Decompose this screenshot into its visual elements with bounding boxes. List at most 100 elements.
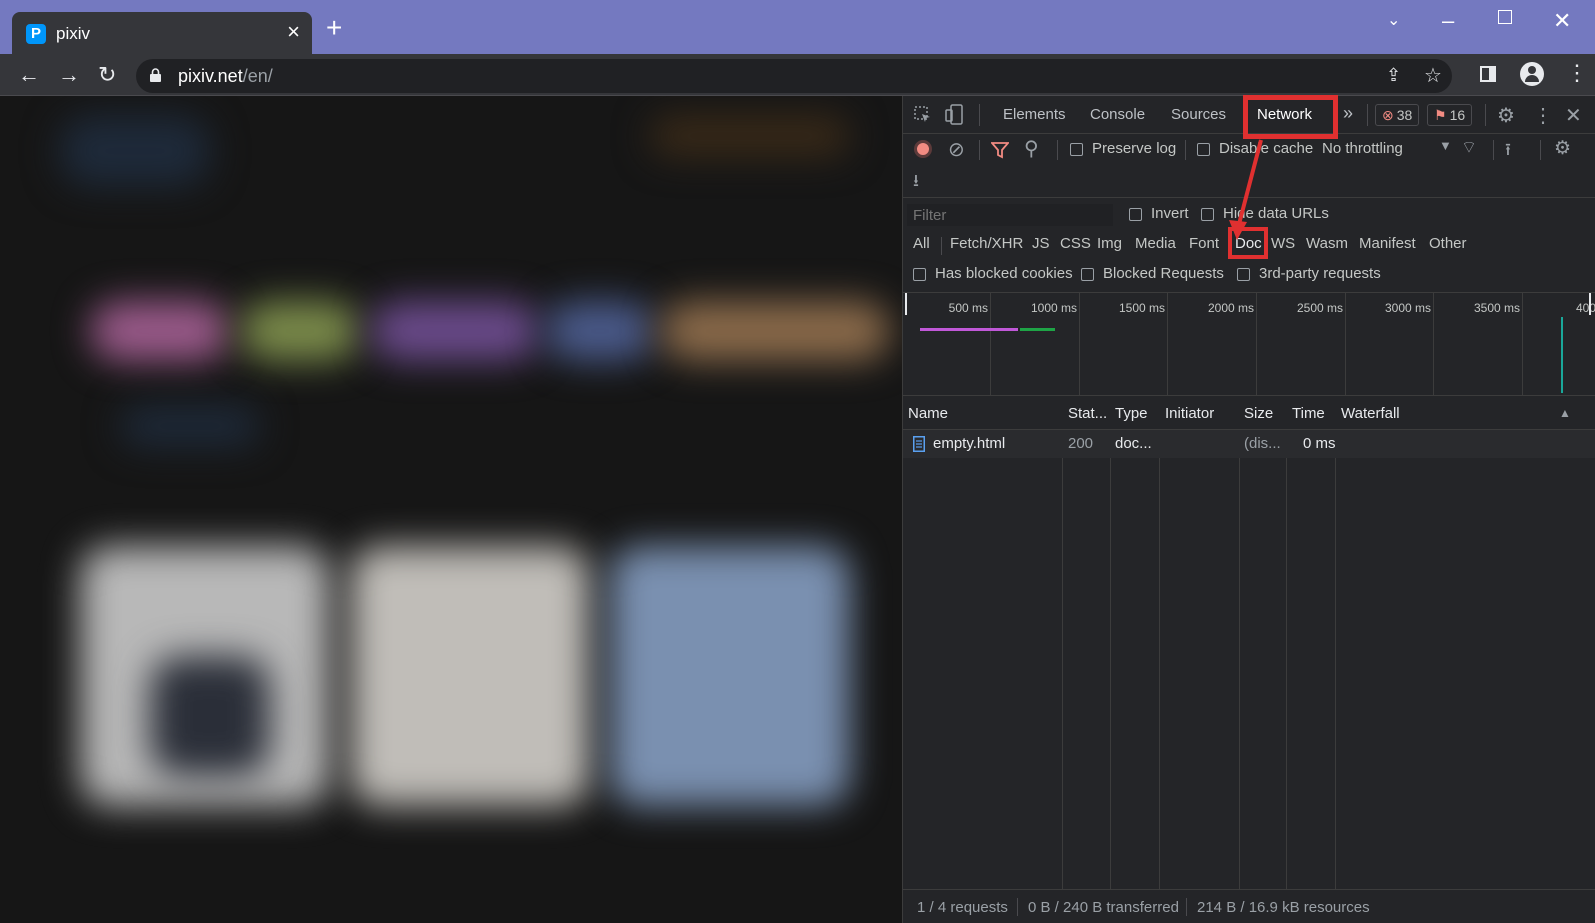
- error-icon: ⊗: [1382, 107, 1394, 123]
- throttling-select[interactable]: No throttling: [1322, 140, 1403, 157]
- annotation-arrow: [1229, 139, 1263, 240]
- overview-right-handle[interactable]: [1589, 293, 1591, 315]
- preserve-log-checkbox[interactable]: [1070, 143, 1083, 156]
- third-party-checkbox[interactable]: [1237, 268, 1250, 281]
- filter-font[interactable]: Font: [1189, 235, 1219, 252]
- tab-network[interactable]: Network: [1257, 106, 1312, 123]
- browser-tab[interactable]: P pixiv ×: [12, 12, 312, 54]
- record-button[interactable]: [914, 140, 932, 158]
- tab-console[interactable]: Console: [1090, 106, 1145, 123]
- column-type[interactable]: Type: [1115, 405, 1148, 422]
- invert-label: Invert: [1151, 205, 1189, 222]
- new-tab-button[interactable]: +: [326, 14, 342, 42]
- column-status[interactable]: Stat...: [1068, 405, 1107, 422]
- tab-sources[interactable]: Sources: [1171, 106, 1226, 123]
- filter-img[interactable]: Img: [1097, 235, 1122, 252]
- network-conditions-icon[interactable]: ⌔: [1461, 137, 1477, 158]
- tab-elements[interactable]: Elements: [1003, 106, 1066, 123]
- timeline-tick: 400: [1575, 301, 1595, 315]
- tab-search-icon[interactable]: ⌄: [1387, 10, 1400, 30]
- browser-menu-icon[interactable]: ⋮: [1566, 60, 1588, 86]
- blocked-cookies-checkbox[interactable]: [913, 268, 926, 281]
- settings-gear-icon[interactable]: ⚙: [1497, 103, 1515, 128]
- pixiv-favicon-icon: P: [26, 24, 46, 44]
- inspect-element-icon[interactable]: [913, 105, 933, 125]
- tab-title: pixiv: [56, 24, 91, 43]
- more-tabs-icon[interactable]: »: [1343, 103, 1353, 124]
- blurred-tag: [545, 301, 655, 361]
- profile-avatar-icon[interactable]: [1520, 62, 1544, 86]
- chevron-down-icon[interactable]: ▼: [1439, 138, 1452, 153]
- filter-input[interactable]: [907, 204, 1113, 226]
- network-overview-timeline[interactable]: 500 ms 1000 ms 1500 ms 2000 ms 2500 ms 3…: [903, 292, 1595, 396]
- reload-button[interactable]: ↻: [98, 62, 116, 88]
- error-count-badge[interactable]: ⊗ 38: [1375, 104, 1420, 126]
- filter-media[interactable]: Media: [1135, 235, 1176, 252]
- issue-count-badge[interactable]: ⚑ 16: [1427, 104, 1473, 126]
- blurred-artwork-detail: [150, 656, 270, 776]
- request-type: doc...: [1115, 435, 1152, 452]
- blurred-artwork: [610, 546, 850, 806]
- network-settings-gear-icon[interactable]: ⚙: [1554, 137, 1571, 160]
- share-icon[interactable]: ⇪: [1386, 65, 1401, 86]
- column-time[interactable]: Time: [1292, 405, 1325, 422]
- column-initiator[interactable]: Initiator: [1165, 405, 1214, 422]
- side-panel-icon[interactable]: [1480, 66, 1496, 82]
- filter-fetch-xhr[interactable]: Fetch/XHR: [950, 235, 1023, 252]
- filter-manifest[interactable]: Manifest: [1359, 235, 1416, 252]
- blurred-logo: [60, 116, 210, 186]
- blocked-cookies-label: Has blocked cookies: [935, 265, 1073, 282]
- filter-css[interactable]: CSS: [1060, 235, 1091, 252]
- request-count: 1 / 4 requests: [917, 899, 1008, 916]
- request-time: 0 ms: [1303, 435, 1336, 452]
- blocked-requests-checkbox[interactable]: [1081, 268, 1094, 281]
- window-titlebar: P pixiv × + ⌄ – ✕: [0, 0, 1595, 54]
- devtools-close-icon[interactable]: ✕: [1565, 103, 1582, 128]
- filter-ws[interactable]: WS: [1271, 235, 1295, 252]
- import-har-icon[interactable]: ⭱: [1505, 137, 1511, 166]
- devtools-menu-icon[interactable]: ⋮: [1533, 103, 1553, 128]
- filter-all[interactable]: All: [913, 235, 930, 252]
- window-close-button[interactable]: ✕: [1553, 8, 1571, 34]
- device-toolbar-icon[interactable]: [945, 104, 965, 126]
- minimize-button[interactable]: –: [1442, 8, 1454, 34]
- timeline-tick: 1500 ms: [1118, 301, 1165, 315]
- request-size: (dis...: [1244, 435, 1281, 452]
- blurred-page-content: [0, 96, 902, 923]
- column-waterfall[interactable]: Waterfall: [1341, 405, 1400, 422]
- filter-wasm[interactable]: Wasm: [1306, 235, 1348, 252]
- transferred-size: 0 B / 240 B transferred: [1028, 899, 1179, 916]
- resources-size: 214 B / 16.9 kB resources: [1197, 899, 1370, 916]
- overview-bar-purple: [920, 328, 1018, 331]
- clear-icon[interactable]: ⊘: [948, 137, 965, 162]
- maximize-button[interactable]: [1498, 10, 1512, 24]
- search-icon[interactable]: ⚲: [1024, 136, 1039, 161]
- column-size[interactable]: Size: [1244, 405, 1273, 422]
- filter-funnel-icon[interactable]: [991, 141, 1009, 159]
- blurred-tag: [660, 301, 890, 361]
- request-status: 200: [1068, 435, 1094, 452]
- hide-data-urls-checkbox[interactable]: [1201, 208, 1214, 221]
- issue-flag-icon: ⚑: [1434, 107, 1447, 123]
- blurred-header-button: [650, 116, 850, 156]
- lock-icon: [150, 68, 161, 82]
- blurred-artwork: [350, 546, 590, 806]
- overview-load-line: [1561, 317, 1563, 393]
- back-button[interactable]: ←: [18, 62, 40, 88]
- timeline-tick: 500 ms: [948, 301, 988, 315]
- table-row[interactable]: empty.html 200 doc... (dis... 0 ms: [903, 430, 1595, 458]
- address-bar[interactable]: pixiv.net/en/ ⇪ ☆: [136, 59, 1452, 93]
- sort-ascending-icon[interactable]: ▲: [1559, 406, 1571, 420]
- tab-close-icon[interactable]: ×: [287, 21, 300, 43]
- export-har-icon[interactable]: ⭳: [913, 168, 919, 197]
- request-name: empty.html: [933, 435, 1006, 452]
- filter-other[interactable]: Other: [1429, 235, 1467, 252]
- disable-cache-checkbox[interactable]: [1197, 143, 1210, 156]
- timeline-tick: 1000 ms: [1030, 301, 1077, 315]
- bookmark-star-icon[interactable]: ☆: [1424, 63, 1442, 88]
- column-name[interactable]: Name: [908, 405, 948, 422]
- filter-js[interactable]: JS: [1032, 235, 1050, 252]
- forward-button[interactable]: →: [58, 62, 80, 88]
- invert-checkbox[interactable]: [1129, 208, 1142, 221]
- overview-left-handle[interactable]: [905, 293, 907, 315]
